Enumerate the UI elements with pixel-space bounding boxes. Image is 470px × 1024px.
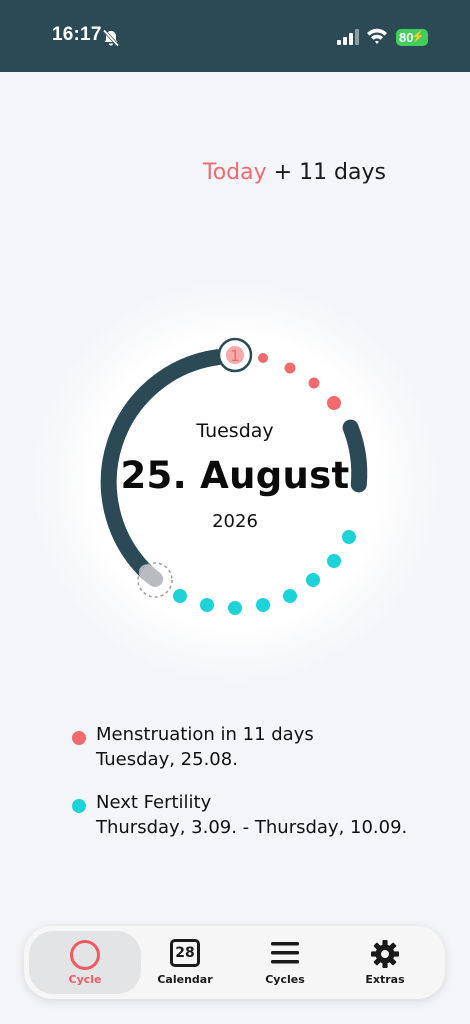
selected-year: 2026 [212,511,258,532]
gear-icon [371,940,399,968]
menstruation-title: Menstruation in 11 days [96,724,314,745]
menstruation-legend-dot [72,731,86,745]
ring-icon [70,940,100,970]
menstruation-dot [258,353,268,363]
tab-cycle[interactable]: Cycle [29,931,141,994]
drag-handle-tail [138,564,163,587]
fertility-dot [342,530,356,544]
tab-extras[interactable]: Extras [335,931,435,994]
current-day-number: 1 [230,347,240,365]
fertility-dot [200,598,214,612]
selected-weekday: Tuesday [196,420,274,442]
fertility-dot [306,573,320,587]
fertility-range: Thursday, 3.09. - Thursday, 10.09. [96,817,408,838]
fertility-dot [327,554,341,568]
selected-date: 25. August [120,454,350,497]
bottom-tab-bar: Cycle 28 Calendar Cycles Extras [24,926,445,999]
fertility-legend-dot [72,799,86,813]
fertility-title: Next Fertility [96,792,212,813]
menstruation-dot [308,377,320,389]
fertility-dot [256,598,270,612]
tab-cycles[interactable]: Cycles [235,931,335,994]
fertility-dot [228,601,242,615]
tab-calendar-label: Calendar [157,973,213,986]
menu-lines-icon [271,942,299,964]
calendar-icon: 28 [170,939,200,967]
fertility-dot [173,589,187,603]
tab-cycle-label: Cycle [68,973,102,986]
fertility-dot [283,589,297,603]
menstruation-dot [327,396,341,410]
tab-cycles-label: Cycles [265,973,305,986]
tab-extras-label: Extras [365,973,405,986]
menstruation-dot [284,362,296,374]
menstruation-date: Tuesday, 25.08. [96,749,238,770]
tab-calendar[interactable]: 28 Calendar [135,931,235,994]
